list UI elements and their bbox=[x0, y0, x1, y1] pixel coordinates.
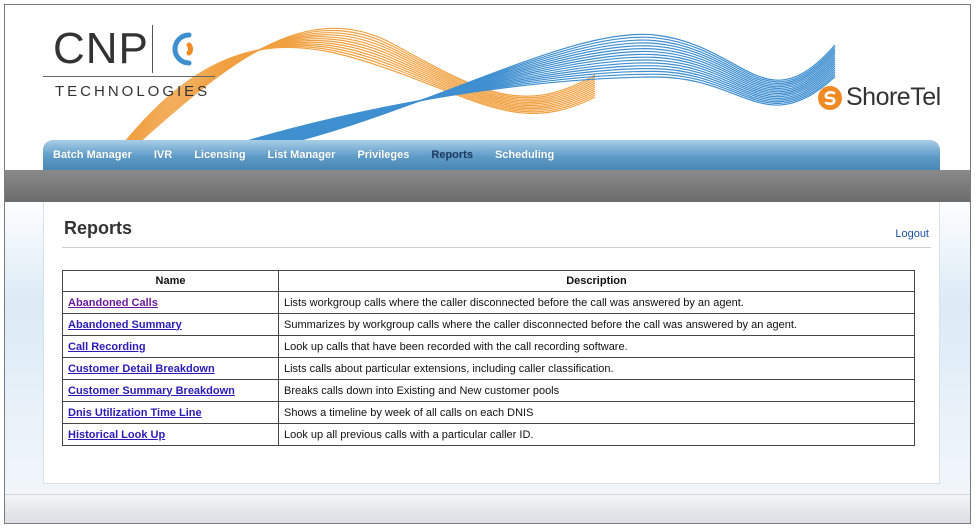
shoretel-logo-icon bbox=[818, 85, 842, 110]
table-row: Dnis Utilization Time Line Shows a timeli… bbox=[62, 401, 915, 424]
report-link[interactable]: Abandoned Calls bbox=[68, 297, 158, 309]
report-link[interactable]: Dnis Utilization Time Line bbox=[68, 407, 202, 419]
report-name-cell: Abandoned Summary bbox=[62, 313, 279, 336]
app-window: CNP TECHNOLOGIES ShoreTel Batch Manager I… bbox=[4, 4, 971, 524]
column-header-description: Description bbox=[278, 270, 915, 292]
report-description-cell: Shows a timeline by week of all calls on… bbox=[278, 401, 915, 424]
report-description-cell: Look up calls that have been recorded wi… bbox=[278, 335, 915, 358]
cnp-logo-icon bbox=[172, 32, 193, 66]
report-link[interactable]: Abandoned Summary bbox=[68, 319, 182, 331]
report-link[interactable]: Historical Look Up bbox=[68, 429, 165, 441]
nav-item-scheduling[interactable]: Scheduling bbox=[495, 149, 554, 161]
report-link[interactable]: Customer Summary Breakdown bbox=[68, 385, 235, 397]
table-row: Abandoned Calls Lists workgroup calls whe… bbox=[62, 291, 915, 314]
footer-band bbox=[5, 494, 970, 523]
table-header-row: Name Description bbox=[62, 270, 915, 292]
report-name-cell: Call Recording bbox=[62, 335, 279, 358]
nav-item-licensing[interactable]: Licensing bbox=[194, 149, 245, 161]
nav-item-ivr[interactable]: IVR bbox=[154, 149, 172, 161]
report-name-cell: Historical Look Up bbox=[62, 423, 279, 446]
nav-item-reports[interactable]: Reports bbox=[431, 149, 473, 161]
toolbar-band bbox=[5, 170, 970, 202]
report-link[interactable]: Call Recording bbox=[68, 341, 146, 353]
report-link[interactable]: Customer Detail Breakdown bbox=[68, 363, 215, 375]
report-description-cell: Lists calls about particular extensions,… bbox=[278, 357, 915, 380]
nav-item-list-manager[interactable]: List Manager bbox=[268, 149, 336, 161]
report-description-cell: Lists workgroup calls where the caller d… bbox=[278, 291, 915, 314]
shoretel-logo: ShoreTel bbox=[817, 83, 941, 112]
main-nav: Batch Manager IVR Licensing List Manager Pri… bbox=[43, 140, 940, 170]
decorative-waves bbox=[124, 27, 836, 155]
nav-item-batch-manager[interactable]: Batch Manager bbox=[53, 149, 132, 161]
title-divider bbox=[62, 247, 931, 248]
cnp-logo-text: CNP bbox=[53, 24, 149, 73]
column-header-name: Name bbox=[62, 270, 279, 292]
technologies-text: TECHNOLOGIES bbox=[55, 83, 211, 100]
table-row: Customer Detail Breakdown Lists calls abo… bbox=[62, 357, 915, 380]
logo-divider bbox=[152, 25, 153, 73]
header-banner: CNP TECHNOLOGIES ShoreTel bbox=[5, 5, 970, 155]
report-description-cell: Breaks calls down into Existing and New … bbox=[278, 379, 915, 402]
logout-link[interactable]: Logout bbox=[895, 228, 929, 240]
table-row: Historical Look Up Look up all previous c… bbox=[62, 423, 915, 446]
reports-table: Name Description Abandoned Calls Lists wo… bbox=[62, 270, 915, 446]
shoretel-logo-text: ShoreTel bbox=[846, 83, 941, 111]
table-row: Call Recording Look up calls that have be… bbox=[62, 335, 915, 358]
table-row: Customer Summary Breakdown Breaks calls d… bbox=[62, 379, 915, 402]
nav-item-privileges[interactable]: Privileges bbox=[357, 149, 409, 161]
report-name-cell: Abandoned Calls bbox=[62, 291, 279, 314]
report-description-cell: Look up all previous calls with a partic… bbox=[278, 423, 915, 446]
report-name-cell: Customer Detail Breakdown bbox=[62, 357, 279, 380]
logo-rule bbox=[43, 76, 215, 77]
report-name-cell: Dnis Utilization Time Line bbox=[62, 401, 279, 424]
reports-panel: Reports Logout Name Description Abandone… bbox=[43, 202, 940, 484]
report-description-cell: Summarizes by workgroup calls where the … bbox=[278, 313, 915, 336]
page-title: Reports bbox=[64, 218, 133, 238]
table-row: Abandoned Summary Summarizes by workgroup… bbox=[62, 313, 915, 336]
report-name-cell: Customer Summary Breakdown bbox=[62, 379, 279, 402]
